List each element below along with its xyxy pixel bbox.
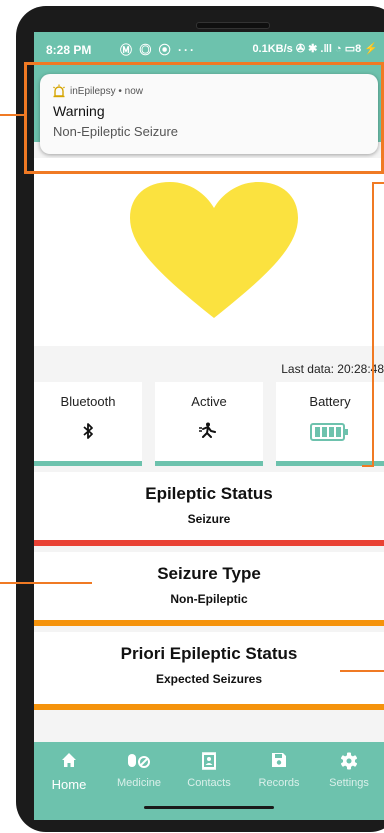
annotation-line-epileptic-end — [362, 465, 374, 467]
bluetooth-icon — [34, 422, 142, 445]
annotation-line-epileptic — [372, 182, 374, 466]
nav-medicine[interactable]: Medicine — [104, 752, 174, 789]
pills-icon — [104, 752, 174, 774]
nav-label-medicine: Medicine — [116, 777, 162, 789]
tile-bluetooth[interactable]: Bluetooth — [34, 382, 142, 466]
tile-active[interactable]: Active — [155, 382, 263, 466]
seizure-type-title: Seizure Type — [157, 564, 261, 583]
home-icon — [34, 752, 104, 774]
annotation-line-priori — [340, 670, 384, 672]
epileptic-status-value: Seizure — [187, 512, 231, 526]
tile-label-active: Active — [191, 394, 227, 409]
seizure-type-card: Seizure Type Non-Epileptic — [34, 552, 384, 626]
nav-label-home: Home — [51, 777, 87, 792]
contacts-icon — [174, 752, 244, 774]
priori-status-title: Priori Epileptic Status — [120, 644, 298, 663]
status-time: 8:28 PM — [46, 43, 92, 57]
nav-records[interactable]: Records — [244, 752, 314, 789]
tile-label-battery: Battery — [309, 394, 351, 409]
priori-status-card: Priori Epileptic Status Expected Seizure… — [34, 632, 384, 710]
status-indicators: Ⓜ ◎ ⦿ ··· — [120, 43, 196, 57]
nav-contacts[interactable]: Contacts — [174, 752, 244, 789]
tile-label-bluetooth: Bluetooth — [60, 394, 116, 409]
speaker-grille — [196, 22, 270, 29]
heart-card — [34, 158, 384, 346]
bottom-navigation: Home Medicine Contacts Records Settings — [34, 742, 384, 820]
last-data-timestamp: Last data: 20:28:48 — [281, 362, 384, 376]
epileptic-status-card: Epileptic Status Seizure — [34, 472, 384, 546]
annotation-frame-notification — [24, 62, 384, 174]
save-icon — [244, 752, 314, 774]
seizure-type-value: Non-Epileptic — [170, 592, 248, 606]
nav-label-records: Records — [258, 777, 300, 789]
home-indicator — [144, 806, 274, 809]
tile-battery[interactable]: Battery — [276, 382, 384, 466]
epileptic-status-title: Epileptic Status — [145, 484, 273, 503]
device-status-tiles: Bluetooth Active Battery — [34, 382, 384, 466]
nav-label-settings: Settings — [329, 777, 369, 789]
priori-status-value: Expected Seizures — [155, 672, 263, 686]
annotation-line-seizure-type — [0, 582, 92, 584]
running-icon — [155, 422, 263, 443]
nav-settings[interactable]: Settings — [314, 752, 384, 789]
annotation-line-notification — [0, 114, 24, 116]
status-network: 0.1KB/s ✇ ✱ .‖l ◔ ▭8 ⚡ — [252, 43, 378, 55]
nav-label-contacts: Contacts — [187, 777, 231, 789]
gear-icon — [314, 752, 384, 774]
heart-icon — [130, 182, 298, 318]
battery-full-icon — [276, 422, 384, 447]
nav-home[interactable]: Home — [34, 752, 104, 792]
